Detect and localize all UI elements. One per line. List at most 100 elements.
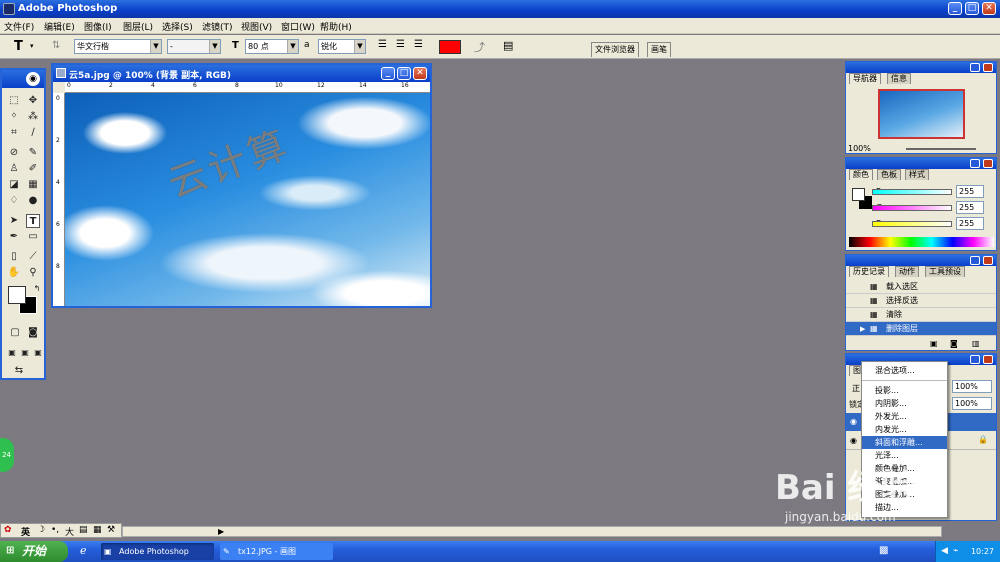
panel-close-button[interactable] xyxy=(983,355,993,364)
type-tool-active-icon[interactable]: T xyxy=(26,214,40,228)
network-icon[interactable]: ⌁ xyxy=(953,541,958,562)
channel-g-input[interactable]: 255 xyxy=(956,201,984,214)
zoom-slider[interactable] xyxy=(906,148,976,150)
tab-color[interactable]: 颜色 xyxy=(849,169,873,180)
tab-info[interactable]: 信息 xyxy=(887,73,911,84)
type-tool-icon[interactable]: T xyxy=(14,39,23,54)
hand-tool-icon[interactable]: ✋ xyxy=(7,266,21,280)
channel-r-slider[interactable] xyxy=(872,189,952,195)
eye-icon[interactable]: ◉ xyxy=(850,417,857,426)
notes-tool-icon[interactable]: ▯ xyxy=(7,250,21,264)
jump-to-imageready-icon[interactable]: ⇆ xyxy=(12,364,26,378)
dodge-tool-icon[interactable]: ● xyxy=(26,194,40,208)
start-button[interactable]: ⊞ 开始 xyxy=(0,541,68,562)
align-center-icon[interactable]: ☰ xyxy=(396,39,405,50)
volume-icon[interactable]: ◀ xyxy=(941,541,948,562)
tab-styles[interactable]: 样式 xyxy=(905,169,929,180)
quick-mask-icon[interactable]: ◙ xyxy=(26,326,40,340)
menu-item-outer-glow[interactable]: 外发光... xyxy=(862,410,947,423)
panel-minimize-button[interactable] xyxy=(970,159,980,168)
screen-mode-3-icon[interactable]: ▣ xyxy=(31,346,45,360)
gradient-tool-icon[interactable]: ▦ xyxy=(26,178,40,192)
palettes-icon[interactable]: ▤ xyxy=(503,39,513,52)
snapshot-icon[interactable]: ◙ xyxy=(950,339,958,348)
status-arrow-icon[interactable]: ▶ xyxy=(218,527,224,536)
lasso-tool-icon[interactable]: ᛜ xyxy=(7,110,21,124)
tab-actions[interactable]: 动作 xyxy=(895,266,919,277)
menu-view[interactable]: 视图(V) xyxy=(241,20,272,33)
menu-window[interactable]: 窗口(W) xyxy=(281,20,315,33)
swap-colors-icon[interactable]: ↰ xyxy=(30,282,44,296)
channel-b-input[interactable]: 255 xyxy=(956,217,984,230)
foreground-color-swatch[interactable] xyxy=(8,286,26,304)
history-item[interactable]: ▦ 选择反选 xyxy=(846,294,996,308)
menu-help[interactable]: 帮助(H) xyxy=(320,20,352,33)
blur-tool-icon[interactable]: ♢ xyxy=(7,194,21,208)
channel-r-input[interactable]: 255 xyxy=(956,185,984,198)
channel-b-slider[interactable] xyxy=(872,221,952,227)
font-size-select[interactable]: 80 点 ▼ xyxy=(245,39,299,54)
ime-tools-icon[interactable]: ⚒ xyxy=(107,525,115,535)
ime-punct-icon[interactable]: •, xyxy=(51,525,59,535)
screen-mode-2-icon[interactable]: ▣ xyxy=(18,346,32,360)
eye-icon[interactable]: ◉ xyxy=(850,436,857,445)
magic-wand-icon[interactable]: ⁂ xyxy=(26,110,40,124)
history-item[interactable]: ▦ 载入选区 xyxy=(846,280,996,294)
menu-select[interactable]: 选择(S) xyxy=(162,20,193,33)
text-orientation-icon[interactable]: ⇅ xyxy=(52,40,60,51)
text-color-swatch[interactable] xyxy=(439,40,461,54)
menu-layer[interactable]: 图层(L) xyxy=(123,20,153,33)
menu-item-drop-shadow[interactable]: 投影... xyxy=(862,384,947,397)
warp-text-icon[interactable]: ⤴ xyxy=(474,39,485,55)
antialias-select[interactable]: 锐化 ▼ xyxy=(318,39,366,54)
pen-tool-icon[interactable]: ✒ xyxy=(7,230,21,244)
menu-item-inner-shadow[interactable]: 内阴影... xyxy=(862,397,947,410)
eraser-tool-icon[interactable]: ◪ xyxy=(7,178,21,192)
panel-close-button[interactable] xyxy=(983,63,993,72)
panel-minimize-button[interactable] xyxy=(970,256,980,265)
tab-tool-presets[interactable]: 工具预设 xyxy=(925,266,965,277)
fill-input[interactable]: 100% xyxy=(952,397,992,410)
tab-file-browser[interactable]: 文件浏览器 xyxy=(591,42,639,57)
blend-mode-partial[interactable]: 正 xyxy=(852,383,860,394)
panel-minimize-button[interactable] xyxy=(970,63,980,72)
standard-mode-icon[interactable]: ▢ xyxy=(8,326,22,340)
navigator-zoom[interactable]: 100% xyxy=(848,144,871,153)
new-document-icon[interactable]: ▣ xyxy=(930,339,938,348)
zoom-tool-icon[interactable]: ⚲ xyxy=(26,266,40,280)
channel-g-slider[interactable] xyxy=(872,205,952,211)
menu-filter[interactable]: 滤镜(T) xyxy=(202,20,233,33)
image-canvas[interactable]: 云计算 xyxy=(65,93,430,306)
ime-settings-icon[interactable]: ▦ xyxy=(93,525,102,535)
menu-item-blending-options[interactable]: 混合选项... xyxy=(862,364,947,377)
brush-tool-icon[interactable]: ✎ xyxy=(26,146,40,160)
doc-maximize-button[interactable]: □ xyxy=(397,67,411,80)
menu-file[interactable]: 文件(F) xyxy=(4,20,34,33)
clone-stamp-icon[interactable]: ♙ xyxy=(7,162,21,176)
panel-minimize-button[interactable] xyxy=(970,355,980,364)
ime-logo-icon[interactable]: ✿ xyxy=(4,525,12,535)
shape-tool-icon[interactable]: ▭ xyxy=(26,230,40,244)
doc-minimize-button[interactable]: _ xyxy=(381,67,395,80)
marquee-tool-icon[interactable]: ⬚ xyxy=(7,94,21,108)
task-photoshop[interactable]: ▣ Adobe Photoshop xyxy=(101,543,214,560)
foreground-color-chip[interactable] xyxy=(852,188,865,201)
history-item[interactable]: ▦ 清除 xyxy=(846,308,996,322)
tab-navigator[interactable]: 导航器 xyxy=(849,73,881,84)
menu-item-inner-glow[interactable]: 内发光... xyxy=(862,423,947,436)
task-paint[interactable]: ✎ tx12.JPG - 画图 xyxy=(220,543,333,560)
tab-brushes[interactable]: 画笔 xyxy=(647,42,671,57)
path-select-icon[interactable]: ➤ xyxy=(7,214,21,228)
ime-fullwidth-label[interactable]: 大 xyxy=(65,525,74,538)
history-brush-icon[interactable]: ✐ xyxy=(26,162,40,176)
ime-language-label[interactable]: 英 xyxy=(21,525,30,538)
screen-mode-1-icon[interactable]: ▣ xyxy=(5,346,19,360)
panel-close-button[interactable] xyxy=(983,256,993,265)
history-item-active[interactable]: ▶ ▦ 删除图层 xyxy=(846,322,996,336)
slice-tool-icon[interactable]: ∕ xyxy=(26,126,40,140)
tray-app-icon[interactable]: ▩ xyxy=(879,545,888,556)
crop-tool-icon[interactable]: ⌗ xyxy=(7,126,21,140)
floating-badge[interactable]: 24 xyxy=(0,438,14,472)
panel-close-button[interactable] xyxy=(983,159,993,168)
eyedropper-icon[interactable]: ⟋ xyxy=(26,250,40,264)
